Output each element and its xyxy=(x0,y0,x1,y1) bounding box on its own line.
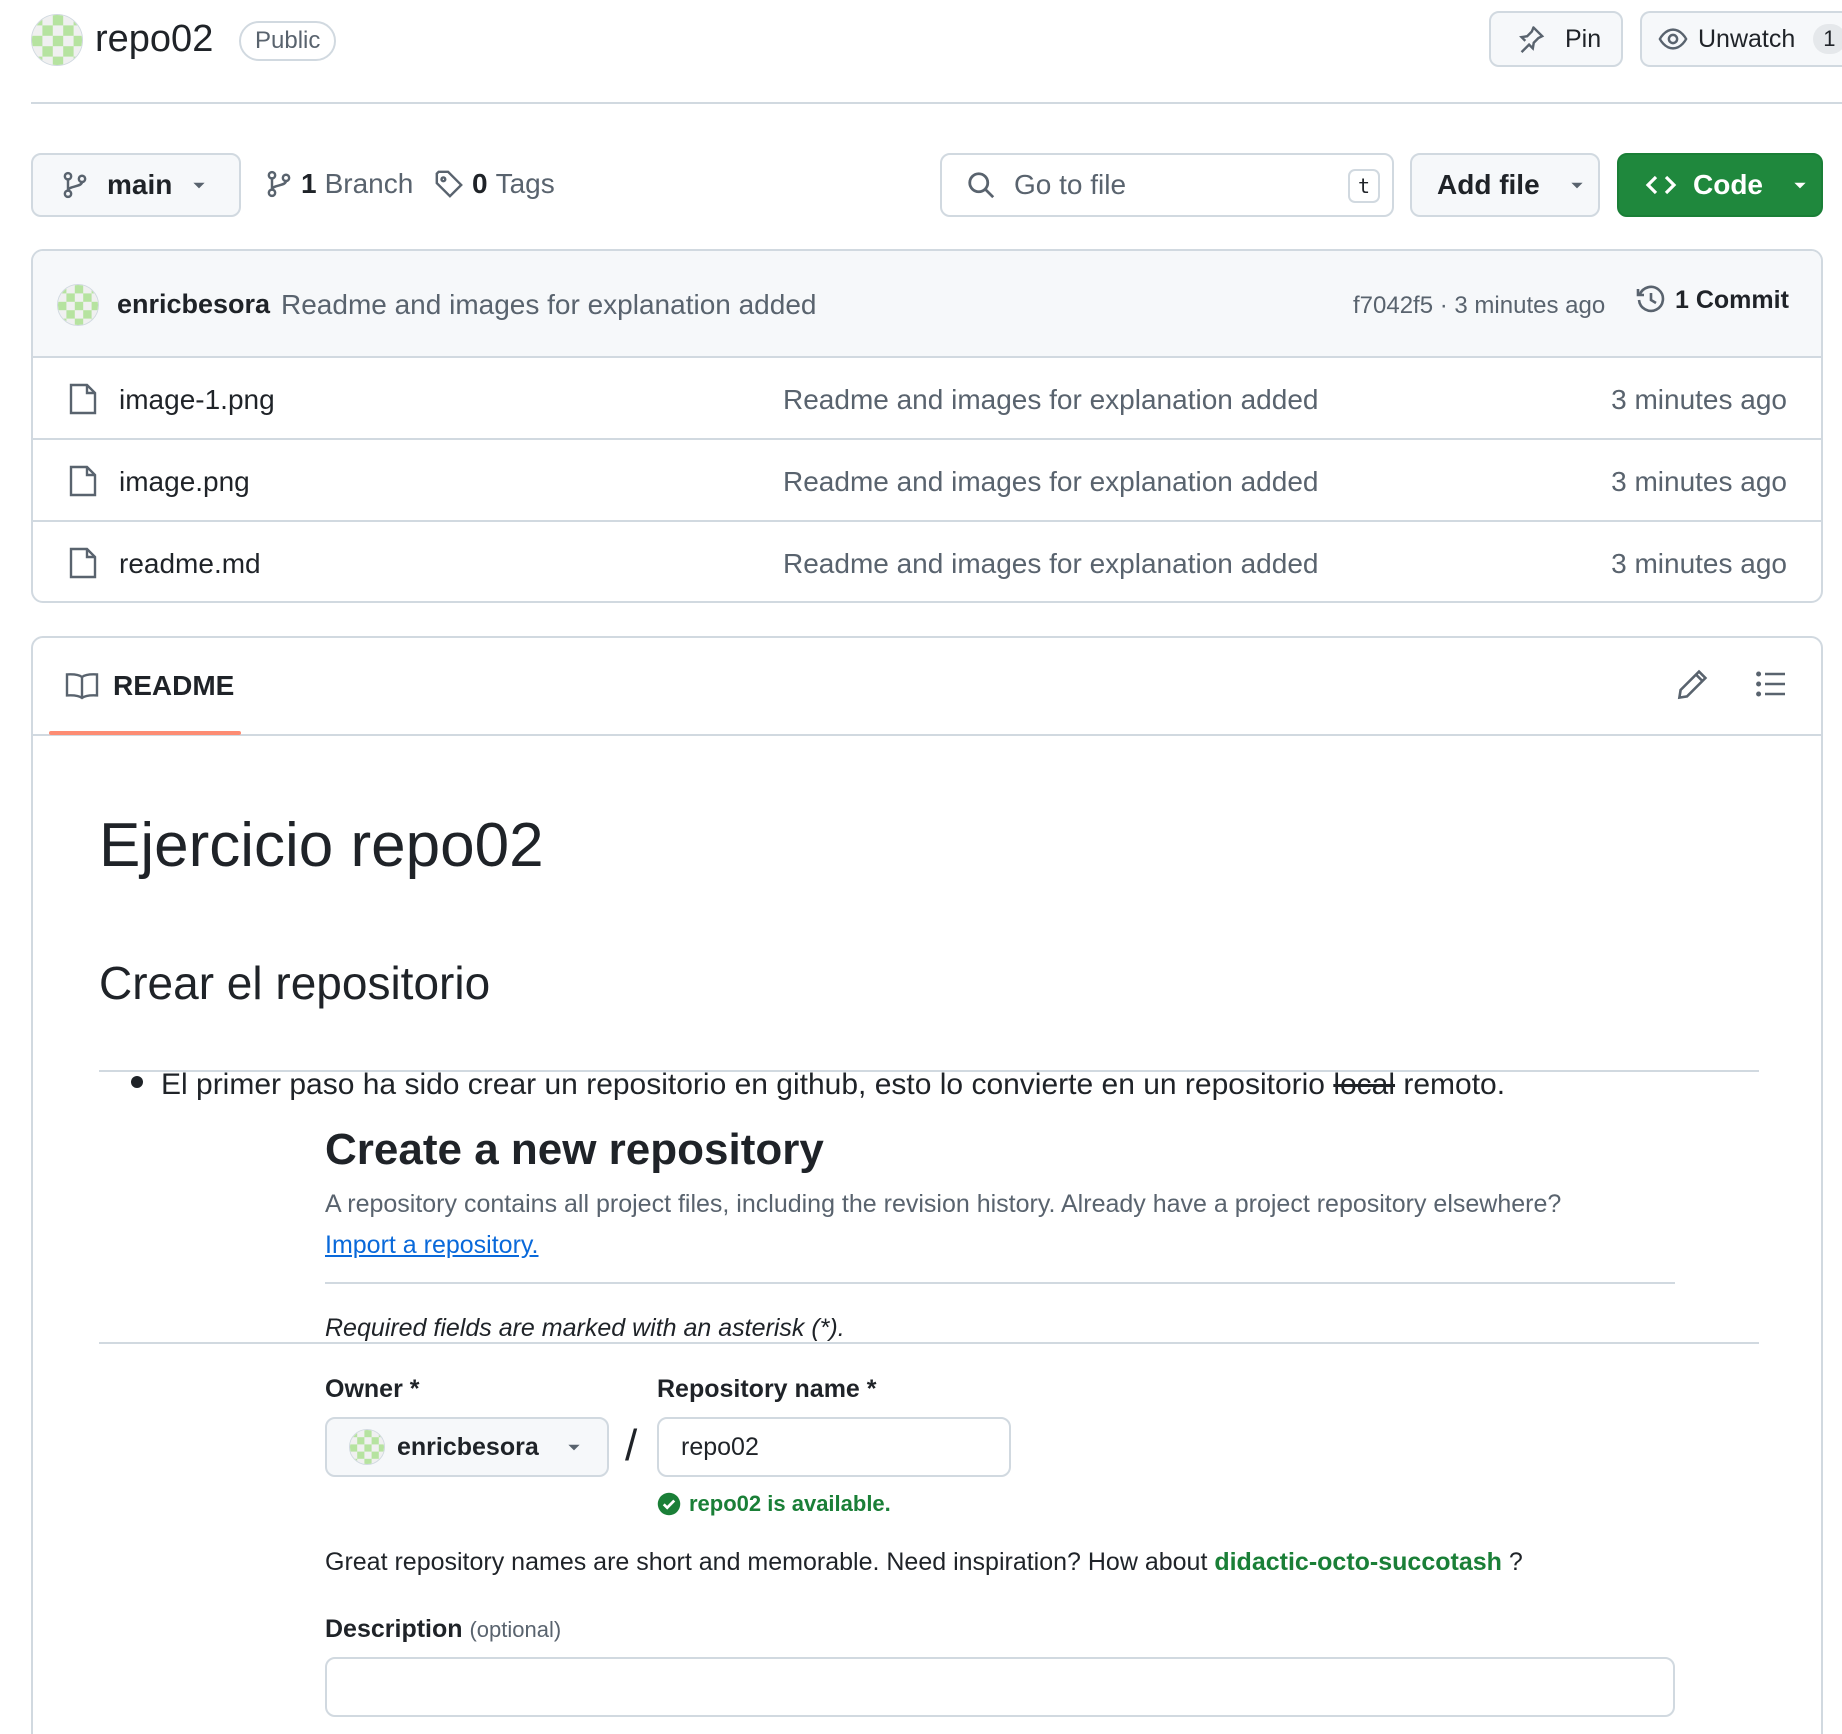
keyboard-shortcut-hint: t xyxy=(1348,169,1380,203)
file-age: 3 minutes ago xyxy=(1611,548,1787,579)
commit-author-avatar[interactable] xyxy=(57,284,99,326)
active-tab-indicator xyxy=(49,731,241,735)
watch-count: 1 xyxy=(1813,24,1842,54)
readme-h1-text: Ejercicio repo02 xyxy=(99,811,544,880)
readme-tab-label: README xyxy=(113,670,235,701)
inspiration-suffix: ? xyxy=(1501,1548,1523,1576)
name-suggestion: Great repository names are short and mem… xyxy=(325,1548,1523,1577)
commit-history-link[interactable]: 1 Commit xyxy=(1635,284,1789,316)
file-name-link[interactable]: readme.md xyxy=(119,548,261,580)
commit-author-link[interactable]: enricbesora xyxy=(117,289,270,320)
branch-count-label: Branch xyxy=(324,168,414,199)
git-branch-icon xyxy=(265,170,293,198)
repo-name-link[interactable]: repo02 xyxy=(95,18,213,61)
description-label: Description (optional) xyxy=(325,1615,561,1644)
list-item: El primer paso ha sido crear un reposito… xyxy=(131,1068,1751,1102)
code-icon xyxy=(1645,169,1677,201)
owner-repo-separator: / xyxy=(625,1421,638,1470)
readme-panel: README Ejercicio repo02 Crear el reposit… xyxy=(31,636,1823,1734)
repository-name-field: repo02 xyxy=(657,1417,1011,1477)
availability-text: repo02 is available. xyxy=(689,1491,891,1516)
inspiration-prefix: Great repository names are short and mem… xyxy=(325,1548,1215,1576)
file-icon xyxy=(69,546,97,580)
commit-sha-time[interactable]: f7042f5 · 3 minutes ago xyxy=(1353,292,1605,320)
pin-icon xyxy=(1515,24,1545,54)
caret-down-icon xyxy=(1568,176,1586,194)
tab-readme[interactable]: README xyxy=(65,670,234,702)
screenshot-title: Create a new repository xyxy=(325,1125,824,1174)
description-optional: (optional) xyxy=(469,1617,562,1642)
bullet-text-after: remoto. xyxy=(1395,1068,1506,1101)
repo-owner-avatar[interactable] xyxy=(31,14,83,66)
file-commit-message[interactable]: Readme and images for explanation added xyxy=(783,548,1318,580)
check-circle-icon xyxy=(657,1492,681,1516)
required-note: Required fields are marked with an aster… xyxy=(325,1314,845,1342)
file-commit-message[interactable]: Readme and images for explanation added xyxy=(783,466,1318,498)
branches-link[interactable]: 1 Branch xyxy=(265,168,413,200)
list-item-text: El primer paso ha sido crear un reposito… xyxy=(161,1068,1505,1102)
file-row[interactable]: readme.md Readme and images for explanat… xyxy=(33,522,1821,601)
add-file-label: Add file xyxy=(1437,169,1540,200)
file-icon xyxy=(69,464,97,498)
code-button[interactable]: Code xyxy=(1617,153,1823,217)
tag-count: 0 xyxy=(472,168,488,199)
file-age: 3 minutes ago xyxy=(1611,384,1787,415)
branch-name: main xyxy=(107,169,173,200)
go-to-file-input[interactable]: Go to file t xyxy=(940,153,1394,217)
owner-avatar xyxy=(349,1429,385,1465)
branch-selector[interactable]: main xyxy=(31,153,241,217)
history-icon xyxy=(1635,284,1667,316)
caret-down-icon xyxy=(190,176,208,194)
unwatch-label: Unwatch xyxy=(1698,24,1796,53)
bullet-dot xyxy=(131,1076,143,1088)
search-icon xyxy=(966,170,996,200)
tag-icon xyxy=(434,169,464,199)
file-icon xyxy=(69,382,97,416)
file-age: 3 minutes ago xyxy=(1611,466,1787,497)
owner-label: Owner * xyxy=(325,1375,420,1403)
owner-select: enricbesora xyxy=(325,1417,609,1477)
suggested-name: didactic-octo-succotash xyxy=(1214,1548,1502,1576)
commit-count-label: 1 Commit xyxy=(1675,285,1789,314)
repo-header: repo02 Public Pin Unwatch 1 xyxy=(31,0,1842,104)
pencil-icon[interactable] xyxy=(1677,668,1709,700)
readme-tabbar: README xyxy=(33,638,1821,736)
eye-icon xyxy=(1658,24,1688,54)
file-name-link[interactable]: image-1.png xyxy=(119,384,275,416)
screenshot-subtitle: A repository contains all project files,… xyxy=(325,1190,1562,1218)
code-label: Code xyxy=(1693,169,1763,200)
file-name-link[interactable]: image.png xyxy=(119,466,250,498)
pin-button[interactable]: Pin xyxy=(1489,11,1623,67)
import-repository-link: Import a repository. xyxy=(325,1231,539,1259)
readme-h2-text: Crear el repositorio xyxy=(99,957,491,1009)
description-label-text: Description xyxy=(325,1615,463,1643)
file-browser: enricbesora Readme and images for explan… xyxy=(31,249,1823,603)
bullet-text-before: El primer paso ha sido crear un reposito… xyxy=(161,1068,1334,1101)
caret-down-icon xyxy=(565,1438,583,1456)
commit-message-link[interactable]: Readme and images for explanation added xyxy=(281,289,816,321)
git-branch-icon xyxy=(61,171,89,199)
description-field xyxy=(325,1657,1675,1717)
tag-count-label: Tags xyxy=(495,168,555,199)
pin-label: Pin xyxy=(1565,24,1602,53)
owner-value: enricbesora xyxy=(397,1432,539,1461)
add-file-button[interactable]: Add file xyxy=(1410,153,1600,217)
caret-down-icon xyxy=(1791,176,1809,194)
latest-commit-bar: enricbesora Readme and images for explan… xyxy=(33,251,1821,358)
file-row[interactable]: image-1.png Readme and images for explan… xyxy=(33,358,1821,440)
visibility-badge: Public xyxy=(239,21,337,61)
strikethrough-text: local xyxy=(1333,1068,1396,1101)
file-commit-message[interactable]: Readme and images for explanation added xyxy=(783,384,1318,416)
tags-link[interactable]: 0 Tags xyxy=(434,168,555,200)
book-icon xyxy=(65,671,99,701)
unwatch-button[interactable]: Unwatch 1 xyxy=(1640,11,1842,67)
file-row[interactable]: image.png Readme and images for explanat… xyxy=(33,440,1821,522)
list-unordered-icon[interactable] xyxy=(1755,668,1787,700)
branch-count: 1 xyxy=(301,168,317,199)
divider xyxy=(325,1282,1675,1284)
availability-message: repo02 is available. xyxy=(657,1491,891,1517)
repository-name-label: Repository name * xyxy=(657,1375,877,1403)
search-placeholder: Go to file xyxy=(1014,169,1127,200)
